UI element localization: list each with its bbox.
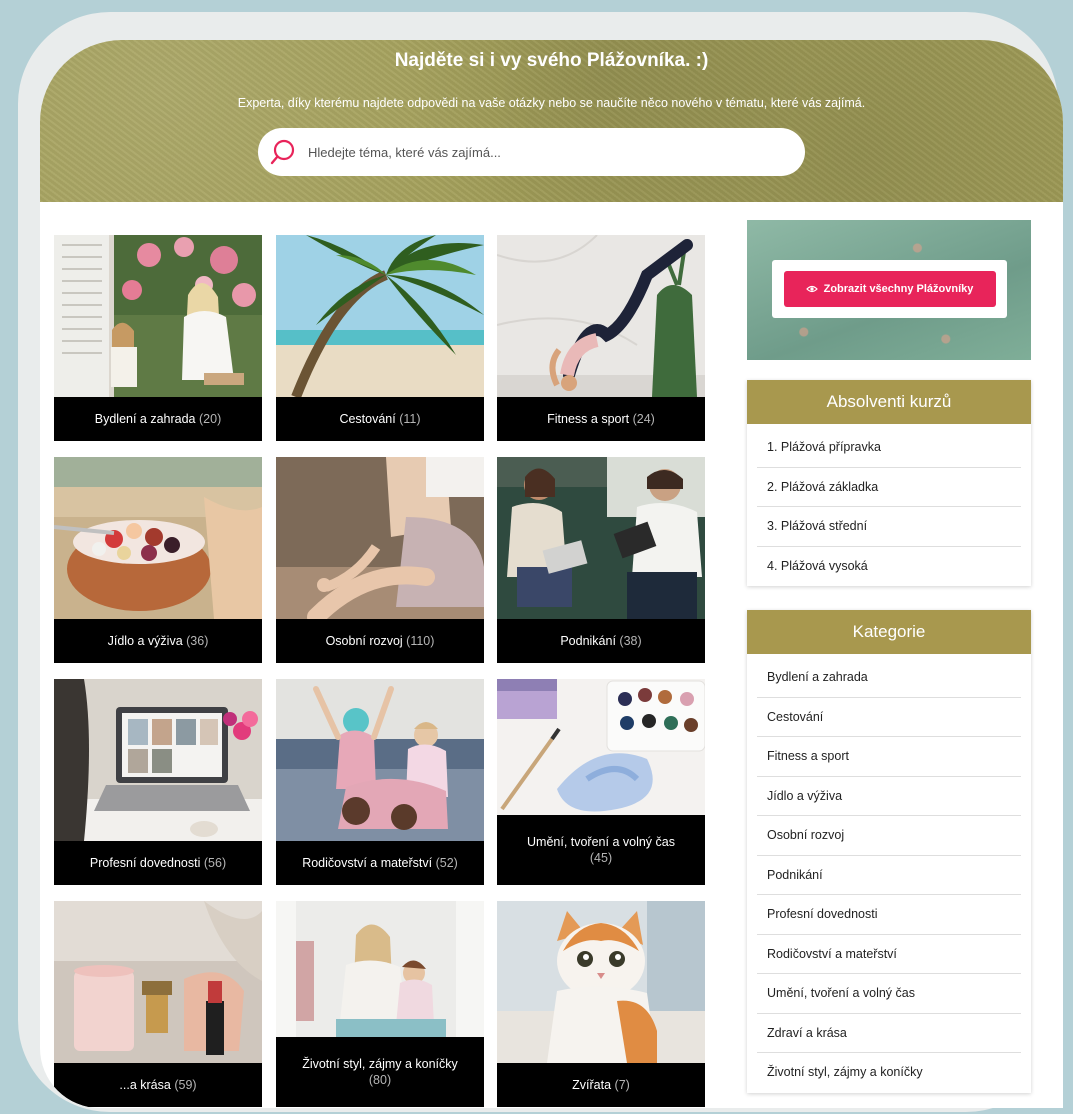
category-tile-profesni[interactable]: Profesní dovednosti (56) — [54, 679, 262, 885]
eye-icon — [805, 285, 818, 293]
tile-count: (80) — [368, 1073, 392, 1087]
tile-label: Životní styl, zájmy a koníčky (80) — [276, 1037, 484, 1107]
tile-count: (20) — [199, 412, 222, 426]
kategorie-item[interactable]: Zdraví a krása — [757, 1014, 1021, 1053]
kategorie-item[interactable]: Životní styl, zájmy a koníčky — [757, 1053, 1021, 1093]
tile-label: Rodičovství a mateřství (52) — [276, 841, 484, 885]
tile-photo — [497, 235, 705, 397]
absolventi-heading: Absolventi kurzů — [747, 380, 1031, 424]
category-tile-jidlo[interactable]: Jídlo a výživa (36) — [54, 457, 262, 663]
tile-photo — [497, 679, 705, 815]
tile-name: Životní styl, zájmy a koníčky — [302, 1057, 458, 1071]
tile-label: Umění, tvoření a volný čas (45) — [497, 815, 705, 885]
tile-label: Fitness a sport (24) — [497, 397, 705, 441]
tile-photo — [276, 457, 484, 619]
category-tile-fitness[interactable]: Fitness a sport (24) — [497, 235, 705, 441]
category-tile-zdravi[interactable]: ...a krása (59) — [54, 901, 262, 1107]
absolventi-card: Absolventi kurzů 1. Plážová přípravka 2.… — [747, 380, 1031, 586]
tile-name: Bydlení a zahrada — [94, 412, 196, 426]
kategorie-item[interactable]: Jídlo a výživa — [757, 777, 1021, 816]
kategorie-list: Bydlení a zahrada Cestování Fitness a sp… — [747, 654, 1031, 1093]
hero-banner: Najděte si i vy svého Plážovníka. :) Exp… — [40, 40, 1063, 202]
tile-photo — [54, 457, 262, 619]
absolventi-list: 1. Plážová přípravka 2. Plážová základka… — [747, 424, 1031, 586]
kategorie-item[interactable]: Podnikání — [757, 856, 1021, 895]
tile-label: Profesní dovednosti (56) — [54, 841, 262, 885]
tile-label: Cestování (11) — [276, 397, 484, 441]
tile-name: Podnikání — [560, 634, 616, 648]
category-tile-rodicovstvi[interactable]: Rodičovství a mateřství (52) — [276, 679, 484, 885]
kategorie-item[interactable]: Profesní dovednosti — [757, 895, 1021, 935]
show-all-plazovnici-button[interactable]: Zobrazit všechny Plážovníky — [783, 271, 996, 307]
kategorie-heading: Kategorie — [747, 610, 1031, 654]
tile-count: (110) — [406, 634, 435, 648]
screen: Najděte si i vy svého Plážovníka. :) Exp… — [40, 40, 1063, 1108]
category-tile-bydleni[interactable]: Bydlení a zahrada (20) — [54, 235, 262, 441]
tile-name: Zvířata — [572, 1078, 612, 1092]
tile-photo — [276, 235, 484, 397]
hero-subtitle: Experta, díky kterému najdete odpovědi n… — [237, 96, 866, 110]
kategorie-item[interactable]: Bydlení a zahrada — [757, 658, 1021, 698]
category-tile-cestovani[interactable]: Cestování (11) — [276, 235, 484, 441]
tile-photo — [54, 901, 262, 1063]
hero-title: Najděte si i vy svého Plážovníka. :) — [394, 50, 709, 71]
tile-count: (24) — [632, 412, 655, 426]
tile-label: Jídlo a výživa (36) — [54, 619, 262, 663]
kategorie-item[interactable]: Rodičovství a mateřství — [757, 935, 1021, 974]
tile-label: Bydlení a zahrada (20) — [54, 397, 262, 441]
promo-banner: Zobrazit všechny Plážovníky — [747, 220, 1031, 360]
show-all-label: Zobrazit všechny Plážovníky — [823, 283, 974, 295]
tile-photo — [497, 901, 705, 1063]
tile-name: Rodičovství a mateřství — [302, 856, 433, 870]
tile-label: Zvířata (7) — [497, 1063, 705, 1107]
tile-photo — [54, 679, 262, 841]
tile-label: Osobní rozvoj (110) — [276, 619, 484, 663]
search-icon — [270, 139, 295, 165]
kategorie-card: Kategorie Bydlení a zahrada Cestování Fi… — [747, 610, 1031, 1093]
tile-count: (56) — [203, 856, 227, 870]
tile-name: Umění, tvoření a volný čas — [527, 835, 675, 849]
tile-count: (38) — [619, 634, 642, 648]
tile-photo — [276, 679, 484, 841]
tile-count: (36) — [186, 634, 209, 648]
tile-label: ...a krása (59) — [54, 1063, 262, 1107]
category-tile-zivotni-styl[interactable]: Životní styl, zájmy a koníčky (80) — [276, 901, 484, 1107]
tile-name: ...a krása — [119, 1078, 171, 1092]
tile-count: (59) — [174, 1078, 197, 1092]
tile-name: Cestování — [339, 412, 396, 426]
tile-name: Fitness a sport — [547, 412, 630, 426]
category-tile-osobni-rozvoj[interactable]: Osobní rozvoj (110) — [276, 457, 484, 663]
tile-photo — [497, 457, 705, 619]
promo-box: Zobrazit všechny Plážovníky — [772, 260, 1007, 318]
tile-name: Profesní dovednosti — [89, 856, 201, 870]
kategorie-item[interactable]: Fitness a sport — [757, 737, 1021, 777]
kategorie-item[interactable]: Osobní rozvoj — [757, 816, 1021, 856]
absolventi-item[interactable]: 4. Plážová vysoká — [757, 547, 1021, 587]
absolventi-item[interactable]: 3. Plážová střední — [757, 507, 1021, 547]
tile-count: (7) — [614, 1078, 630, 1092]
kategorie-item[interactable]: Umění, tvoření a volný čas — [757, 974, 1021, 1014]
tile-label: Podnikání (38) — [497, 619, 705, 663]
kategorie-item[interactable]: Cestování — [757, 698, 1021, 737]
category-tile-podnikani[interactable]: Podnikání (38) — [497, 457, 705, 663]
tile-name: Jídlo a výživa — [107, 634, 183, 648]
tile-name: Osobní rozvoj — [325, 634, 403, 648]
search-input[interactable]: Hledejte téma, které vás zajímá... — [258, 128, 805, 176]
tile-count: (45) — [589, 851, 613, 865]
absolventi-item[interactable]: 1. Plážová přípravka — [757, 428, 1021, 468]
tile-photo — [276, 901, 484, 1037]
absolventi-item[interactable]: 2. Plážová základka — [757, 468, 1021, 507]
tile-count: (52) — [435, 856, 458, 870]
tile-photo — [54, 235, 262, 397]
tile-count: (11) — [399, 412, 421, 426]
search-placeholder: Hledejte téma, které vás zajímá... — [308, 144, 501, 160]
category-tile-zvirata[interactable]: Zvířata (7) — [497, 901, 705, 1107]
category-tile-umeni[interactable]: Umění, tvoření a volný čas (45) — [497, 679, 705, 885]
